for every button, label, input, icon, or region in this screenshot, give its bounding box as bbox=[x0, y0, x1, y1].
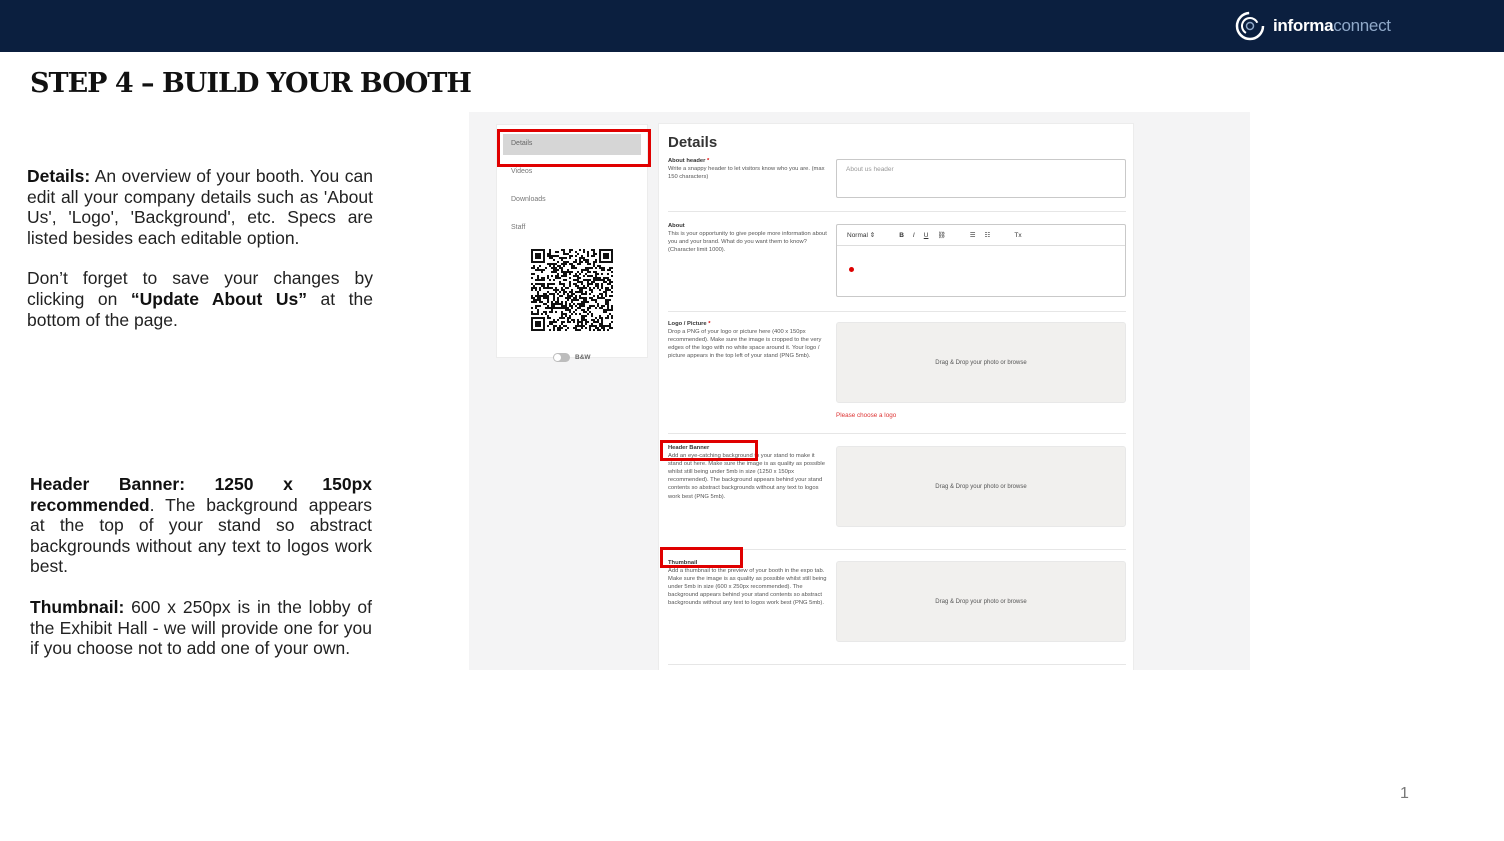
logo-text: informaconnect bbox=[1273, 16, 1391, 35]
text-style-select[interactable]: Normal ⇕ bbox=[847, 231, 875, 239]
sidebar-item-videos[interactable]: Videos bbox=[511, 168, 532, 175]
ordered-list-icon[interactable]: ☰ bbox=[970, 231, 976, 239]
informa-connect-logo[interactable]: informaconnect bbox=[1234, 9, 1391, 43]
logo-swirl-icon bbox=[1235, 11, 1265, 41]
underline-button[interactable]: U bbox=[924, 232, 929, 239]
logo-field-info: Logo / Picture * Drop a PNG of your logo… bbox=[668, 321, 822, 360]
page-number: 1 bbox=[1400, 785, 1409, 802]
details-highlight-box bbox=[497, 129, 651, 167]
banner-thumbnail-description: Header Banner: 1250 x 150px recommended.… bbox=[30, 474, 372, 659]
booth-editor-screenshot: Details Videos Downloads Staff B&W Detai… bbox=[469, 112, 1250, 670]
save-reminder-paragraph: Don’t forget to save your changes by cli… bbox=[27, 268, 374, 330]
header-banner-dropzone[interactable]: Drag & Drop your photo or browse bbox=[836, 446, 1126, 527]
editor-toolbar: Normal ⇕ B I U ⛓ ☰ ☷ Tx bbox=[837, 225, 1125, 246]
top-bar: informaconnect bbox=[0, 0, 1504, 52]
about-field-info: About This is your opportunity to give p… bbox=[668, 223, 827, 254]
toggle-label: B&W bbox=[575, 354, 591, 361]
thumbnail-highlight-box bbox=[660, 547, 743, 568]
cursor-marker bbox=[849, 267, 854, 272]
logo-dropzone[interactable]: Drag & Drop your photo or browse bbox=[836, 322, 1126, 403]
about-header-field-info: About header * Write a snappy header to … bbox=[668, 158, 825, 181]
bold-button[interactable]: B bbox=[899, 232, 904, 239]
about-header-input[interactable]: About us header bbox=[836, 159, 1126, 198]
slide-title: STEP 4 – BUILD YOUR BOOTH bbox=[30, 68, 472, 99]
details-paragraph: Details: An overview of your booth. You … bbox=[27, 166, 373, 248]
banner-paragraph: Header Banner: 1250 x 150px recommended.… bbox=[30, 474, 372, 577]
bw-toggle[interactable]: B&W bbox=[553, 353, 591, 362]
bullet-list-icon[interactable]: ☷ bbox=[985, 231, 991, 239]
sidebar-item-downloads[interactable]: Downloads bbox=[511, 196, 546, 203]
link-icon[interactable]: ⛓ bbox=[937, 231, 945, 239]
logo-error-text: Please choose a logo bbox=[836, 412, 897, 419]
thumbnail-dropzone[interactable]: Drag & Drop your photo or browse bbox=[836, 561, 1126, 642]
toggle-switch[interactable] bbox=[553, 353, 570, 362]
sidebar-item-staff[interactable]: Staff bbox=[511, 224, 525, 231]
thumbnail-paragraph: Thumbnail: 600 x 250px is in the lobby o… bbox=[30, 596, 372, 659]
divider bbox=[668, 311, 1126, 312]
divider bbox=[668, 433, 1126, 434]
about-rich-text-editor[interactable]: Normal ⇕ B I U ⛓ ☰ ☷ Tx bbox=[836, 224, 1126, 297]
details-description: Details: An overview of your booth. You … bbox=[27, 166, 373, 330]
divider bbox=[668, 211, 1126, 212]
details-form: Details About header * Write a snappy he… bbox=[658, 123, 1134, 670]
header-banner-highlight-box bbox=[660, 440, 758, 461]
clear-format-icon[interactable]: Tx bbox=[1014, 232, 1021, 239]
italic-button[interactable]: I bbox=[913, 232, 915, 239]
qr-code-icon bbox=[531, 249, 613, 331]
divider bbox=[668, 664, 1126, 665]
form-title: Details bbox=[668, 134, 718, 151]
